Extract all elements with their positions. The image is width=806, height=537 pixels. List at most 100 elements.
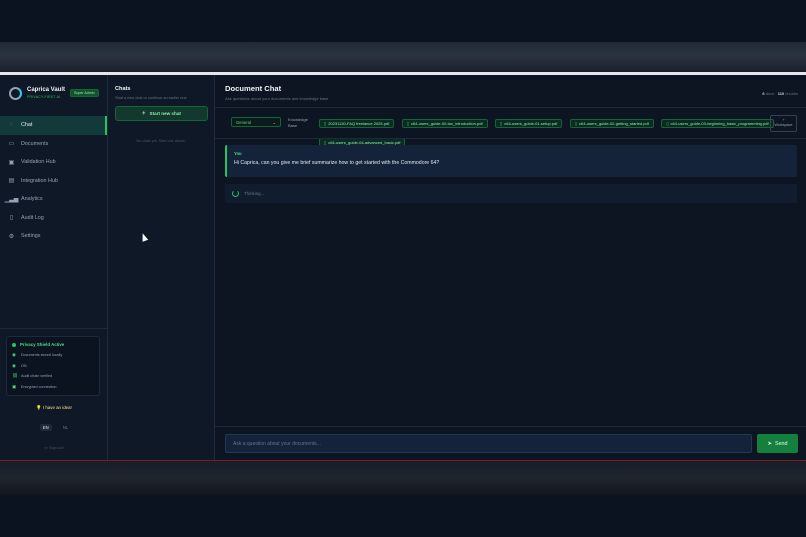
question-input[interactable] — [233, 440, 744, 447]
sidebar-item-documents[interactable]: ▭ Documents — [0, 135, 107, 154]
document-chip[interactable]: ▯ c64-users_guide-03-beginning_basic_prog… — [661, 119, 774, 128]
link-icon: ⛓ — [12, 373, 18, 379]
privacy-shield-title: Privacy Shield Active — [20, 342, 65, 347]
docs-label: docs — [765, 91, 775, 96]
blurred-browser-bar — [0, 42, 806, 72]
language-switcher: EN NL — [0, 424, 108, 431]
start-new-chat-label: Start new chat — [149, 111, 181, 116]
sidebar-item-label: Settings — [21, 233, 41, 240]
blurred-taskbar — [0, 461, 806, 495]
sidebar-item-label: Analytics — [21, 196, 43, 203]
status-dot-icon — [12, 342, 16, 347]
document-chip[interactable]: ▯ c64-users_guide-00-toc_introduction.pdf — [401, 119, 488, 128]
idea-label: I have an idea! — [42, 405, 72, 410]
sidebar-item-analytics[interactable]: ▁▃▅ Analytics — [0, 190, 107, 209]
privacy-shield-panel: Privacy Shield Active ◉ Documents stored… — [6, 336, 100, 396]
doc-stats: 6 docs · 110 chunks — [762, 91, 798, 96]
sidebar-item-label: Integration Hub — [21, 177, 58, 184]
file-icon: ▯ — [406, 121, 409, 126]
user-message: You Hi Caprica, can you give me brief su… — [225, 145, 797, 177]
knowledge-base-bar: General ⌄ Knowledge Base ▯ 20231130-FAQ f… — [223, 111, 798, 147]
file-icon: ▯ — [500, 121, 503, 126]
empty-chats-message: No chats yet. Start one above. — [136, 139, 186, 143]
sidebar-item-settings[interactable]: ⚙ Settings — [0, 227, 107, 246]
kb-select-value: General — [236, 119, 251, 125]
document-chip[interactable]: ▯ c64-users_guide-02-getting_started.pdf — [569, 119, 654, 128]
brand-tagline: PRIVACY-FIRST AI — [27, 95, 61, 99]
chats-subtitle: Start a new chat or continue an earlier … — [115, 96, 187, 100]
settings-icon: ⚙ — [8, 233, 15, 240]
divider — [0, 328, 108, 329]
role-badge: Super Admin — [70, 89, 99, 97]
file-icon: ▯ — [324, 121, 327, 126]
privacy-row: Documents stored locally — [21, 353, 63, 358]
sidebar-item-validation-hub[interactable]: ▣ Validation Hub — [0, 153, 107, 172]
workspace-button[interactable]: + Workspace — [770, 115, 797, 132]
logout-icon: ⇦ — [44, 445, 48, 450]
workspace-label: Workspace — [774, 123, 793, 127]
chevron-down-icon: ⌄ — [272, 119, 276, 125]
lang-nl-button[interactable]: NL — [63, 425, 68, 430]
assistant-thinking-message: Thinking... — [225, 184, 797, 203]
page-subtitle: Ask questions about your documents and k… — [225, 96, 329, 101]
document-icon: ▭ — [8, 141, 15, 148]
document-chip[interactable]: ▯ 20231130-FAQ freelance 2025.pdf — [319, 119, 395, 128]
sidebar-item-label: Validation Hub — [21, 159, 56, 166]
bottom-background — [0, 495, 806, 537]
divider — [215, 138, 806, 139]
question-input-wrapper — [225, 434, 752, 453]
thinking-label: Thinking... — [244, 191, 265, 196]
divider — [215, 426, 806, 427]
chat-icon: ◌ — [9, 122, 14, 129]
integration-icon: ▤ — [8, 178, 15, 185]
lock-icon: ◉ — [12, 352, 16, 358]
app-window: Caprica Vault PRIVACY-FIRST AI Super Adm… — [0, 75, 806, 460]
send-button[interactable]: ➤ Send — [757, 434, 798, 453]
sidebar-item-integration-hub[interactable]: ▤ Integration Hub — [0, 172, 107, 191]
document-chip[interactable]: ▯ c64-users_guide-01-setup.pdf — [495, 119, 563, 128]
brand-name: Caprica Vault — [27, 87, 66, 93]
sidebar: Caprica Vault PRIVACY-FIRST AI Super Adm… — [0, 75, 108, 460]
chunks-count: 110 — [777, 91, 785, 96]
sidebar-item-label: Audit Log — [21, 214, 44, 221]
audit-icon: ▯ — [9, 215, 14, 222]
docs-count: 6 — [762, 91, 765, 96]
knowledge-base-label: Knowledge Base — [288, 117, 308, 128]
validation-icon: ▣ — [8, 159, 15, 166]
plus-icon: + — [782, 118, 785, 122]
top-background — [0, 0, 806, 42]
sidebar-item-label: Chat — [21, 122, 33, 129]
send-icon: ➤ — [767, 440, 772, 447]
sidebar-nav: ◌ Chat ▭ Documents ▣ Validation Hub ▤ In… — [0, 116, 107, 246]
plus-icon: + — [142, 110, 146, 117]
sidebar-item-chat[interactable]: ◌ Chat — [0, 116, 107, 135]
lang-en-button[interactable]: EN — [39, 424, 52, 431]
lightbulb-icon: 💡 — [36, 405, 42, 410]
padlock-icon: ▣ — [12, 383, 17, 389]
chunks-label: chunks — [785, 91, 798, 96]
analytics-icon: ▁▃▅ — [4, 196, 19, 203]
privacy-row: ON — [21, 363, 27, 368]
file-icon: ▯ — [666, 121, 669, 126]
idea-link[interactable]: 💡 I have an idea! — [0, 405, 108, 411]
eye-icon: ◉ — [12, 362, 16, 368]
message-author: You — [234, 151, 242, 156]
page-title: Document Chat — [225, 84, 282, 93]
start-new-chat-button[interactable]: + Start new chat — [115, 106, 208, 121]
sidebar-item-audit-log[interactable]: ▯ Audit Log — [0, 209, 107, 228]
main-header: Document Chat Ask questions about your d… — [215, 75, 806, 108]
chats-panel: Chats Start a new chat or continue an ea… — [108, 75, 215, 460]
chats-title: Chats — [115, 86, 131, 92]
message-text: Hi Caprica, can you give me brief summar… — [234, 160, 440, 166]
send-label: Send — [774, 440, 788, 447]
privacy-row: Encrypted connection — [21, 384, 57, 389]
sign-out-button[interactable]: ⇦ Sign out — [0, 445, 108, 450]
sign-out-label: Sign out — [48, 445, 64, 450]
brand[interactable]: Caprica Vault PRIVACY-FIRST AI Super Adm… — [0, 75, 107, 109]
privacy-row: Audit chain verified — [21, 374, 53, 379]
logo-icon — [9, 86, 22, 100]
file-icon: ▯ — [574, 121, 578, 126]
document-chat-main: Document Chat Ask questions about your d… — [215, 75, 806, 460]
knowledge-base-select[interactable]: General ⌄ — [231, 117, 281, 127]
loading-spinner-icon — [232, 190, 239, 197]
